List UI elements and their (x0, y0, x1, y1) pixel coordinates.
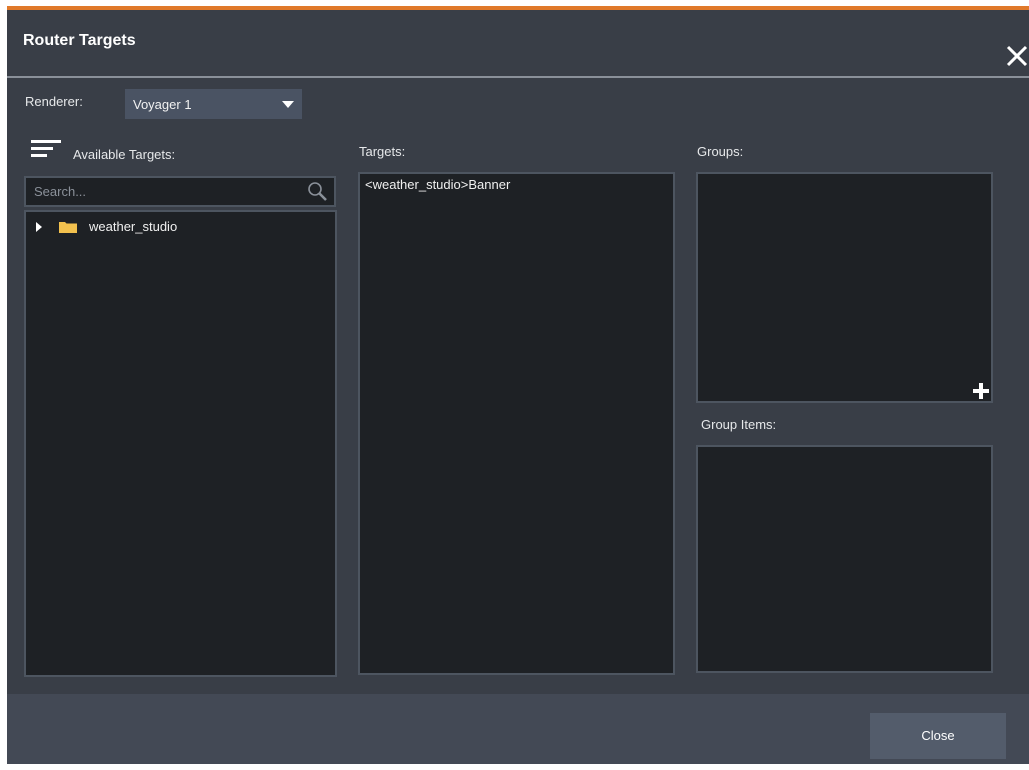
search-input[interactable] (26, 178, 304, 205)
hamburger-menu-icon[interactable] (31, 140, 61, 158)
target-item[interactable]: <weather_studio>Banner (365, 177, 510, 192)
renderer-selected-value: Voyager 1 (133, 97, 192, 112)
close-icon[interactable] (1005, 44, 1029, 68)
router-targets-dialog: Router Targets Renderer: Voyager 1 Avail… (7, 6, 1029, 764)
title-bar: Router Targets (7, 10, 1029, 76)
search-icon[interactable] (306, 181, 328, 203)
groups-label: Groups: (697, 144, 744, 159)
tree-item-weather-studio[interactable]: weather_studio (26, 214, 335, 238)
expand-arrow-icon[interactable] (36, 222, 42, 232)
targets-panel: <weather_studio>Banner (358, 172, 675, 675)
available-targets-panel: weather_studio (24, 210, 337, 677)
close-button[interactable]: Close (870, 713, 1006, 759)
chevron-down-icon (282, 101, 294, 108)
available-targets-label: Available Targets: (73, 147, 176, 162)
search-box (24, 176, 336, 207)
folder-icon (59, 222, 77, 233)
group-items-label: Group Items: (701, 417, 777, 432)
renderer-select[interactable]: Voyager 1 (125, 89, 302, 119)
targets-label: Targets: (359, 144, 406, 159)
tree-item-label: weather_studio (89, 219, 178, 234)
groups-panel (696, 172, 993, 403)
dialog-title: Router Targets (23, 32, 136, 49)
plus-icon[interactable] (973, 383, 989, 399)
group-items-panel (696, 445, 993, 673)
title-divider (7, 76, 1029, 78)
dialog-footer: Close (7, 694, 1029, 764)
renderer-label: Renderer: (25, 94, 83, 109)
